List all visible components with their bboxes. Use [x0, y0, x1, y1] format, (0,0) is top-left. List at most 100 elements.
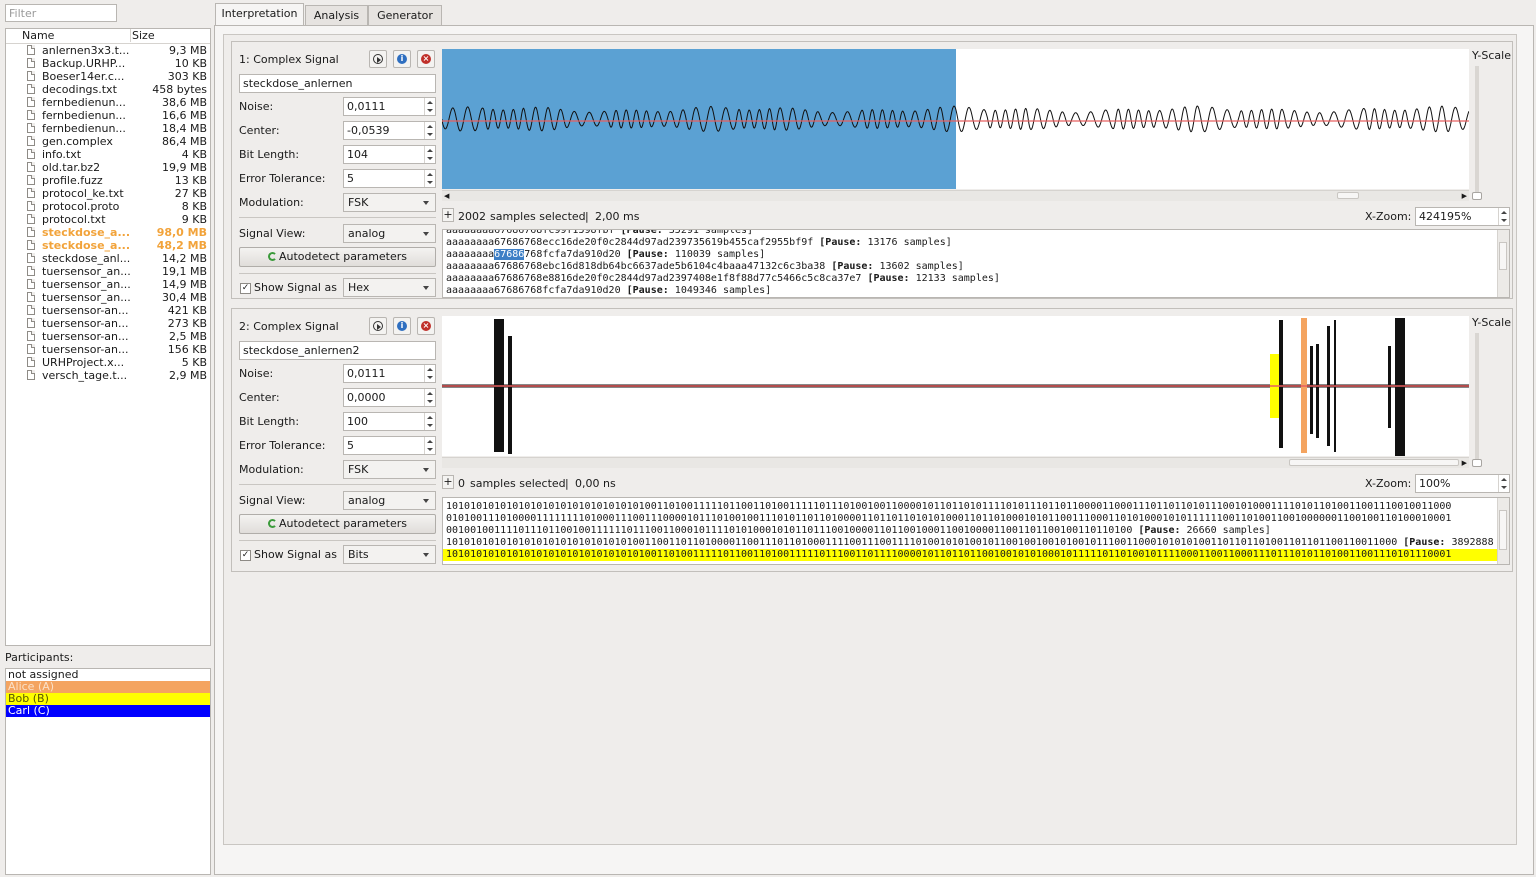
file-row[interactable]: fernbedienun... 38,6 MB [6, 96, 210, 109]
file-row[interactable]: decodings.txt 458 bytes [6, 83, 210, 96]
scroll-handle[interactable] [1337, 192, 1359, 199]
show-signal-checkbox[interactable]: ✓ [240, 550, 251, 561]
center-spinbox[interactable]: -0,0539 [343, 121, 436, 140]
close-signal-button[interactable]: × [417, 317, 435, 335]
signal-name-field[interactable]: steckdose_anlernen2 [239, 341, 436, 360]
add-selection-button[interactable]: + [442, 208, 454, 222]
replay-button[interactable] [369, 50, 387, 68]
file-row[interactable]: protocol_ke.txt 27 KB [6, 187, 210, 200]
bit-length-spinbox[interactable]: 100 [343, 412, 436, 431]
file-row[interactable]: URHProject.x... 5 KB [6, 356, 210, 369]
autodetect-button[interactable]: Autodetect parameters [239, 514, 436, 534]
info-button[interactable]: i [393, 317, 411, 335]
autodetect-button[interactable]: Autodetect parameters [239, 247, 436, 267]
file-row[interactable]: tuersensor-an... 273 KB [6, 317, 210, 330]
signal-name-field[interactable]: steckdose_anlernen [239, 74, 436, 93]
file-row[interactable]: tuersensor_an... 30,4 MB [6, 291, 210, 304]
protocol-line[interactable]: aaaaaaaa67686768fcfa7da910d20 [Pause: 10… [443, 285, 1000, 297]
spin-arrows[interactable] [424, 437, 435, 454]
graph-horizontal-scrollbar[interactable]: ◀ ▶ [442, 190, 1469, 201]
info-button[interactable]: i [393, 50, 411, 68]
show-signal-as-dropdown[interactable]: Bits [343, 545, 436, 564]
modulation-dropdown[interactable]: FSK [343, 193, 436, 212]
protocol-line[interactable]: aaaaaaaa67686768fcfa7da910d20 [Pause: 11… [443, 249, 1000, 261]
protocol-line[interactable]: 0010010011110111011001001111110111001100… [443, 525, 1509, 537]
y-scale-handle[interactable] [1472, 192, 1482, 200]
error-tolerance-spinbox[interactable]: 5 [343, 436, 436, 455]
spin-arrows[interactable] [1498, 208, 1509, 225]
file-row[interactable]: tuersensor_an... 19,1 MB [6, 265, 210, 278]
file-row[interactable]: gen.complex 86,4 MB [6, 135, 210, 148]
error-tolerance-spinbox[interactable]: 5 [343, 169, 436, 188]
show-signal-checkbox[interactable]: ✓ [240, 283, 251, 294]
protocol-view[interactable]: aaaaaaaa67686768fc99f1598fbf [Pause: 352… [442, 229, 1510, 298]
file-row[interactable]: steckdose_a... 48,2 MB [6, 239, 210, 252]
protocol-line[interactable]: 1010101010101010101010101010101010011010… [443, 549, 1509, 561]
replay-button[interactable] [369, 317, 387, 335]
show-signal-as-dropdown[interactable]: Hex [343, 278, 436, 297]
center-spinbox[interactable]: 0,0000 [343, 388, 436, 407]
file-row[interactable]: tuersensor-an... 421 KB [6, 304, 210, 317]
file-row[interactable]: protocol.proto 8 KB [6, 200, 210, 213]
protocol-line[interactable]: 1010101010101010101010101010101010011010… [443, 501, 1509, 513]
tab-analysis[interactable]: Analysis [305, 5, 368, 25]
scroll-handle[interactable] [1289, 459, 1459, 466]
protocol-vertical-scrollbar[interactable] [1497, 498, 1509, 564]
file-row[interactable]: tuersensor_an... 14,9 MB [6, 278, 210, 291]
y-scale-handle[interactable] [1472, 459, 1482, 467]
file-row[interactable]: tuersensor-an... 2,5 MB [6, 330, 210, 343]
file-row[interactable]: info.txt 4 KB [6, 148, 210, 161]
protocol-line[interactable]: aaaaaaaa67686768fc99f1598fbf [Pause: 352… [443, 230, 1000, 237]
file-row[interactable]: protocol.txt 9 KB [6, 213, 210, 226]
file-row[interactable]: steckdose_anl... 14,2 MB [6, 252, 210, 265]
column-name-header[interactable]: Name [22, 29, 54, 42]
file-row[interactable]: fernbedienun... 16,6 MB [6, 109, 210, 122]
file-row[interactable]: fernbedienun... 18,4 MB [6, 122, 210, 135]
protocol-line[interactable]: aaaaaaaa67686768e8816de20f0c2844d97ad239… [443, 273, 1000, 285]
modulation-dropdown[interactable]: FSK [343, 460, 436, 479]
spin-arrows[interactable] [424, 413, 435, 430]
y-scale-slider[interactable] [1475, 333, 1479, 465]
column-size-header[interactable]: Size [132, 29, 155, 42]
participants-list[interactable]: not assigned Alice (A) Bob (B) Carl (C) [5, 668, 211, 875]
file-row[interactable]: Boeser14er.c... 303 KB [6, 70, 210, 83]
file-row[interactable]: Backup.URHP... 10 KB [6, 57, 210, 70]
add-selection-button[interactable]: + [442, 475, 454, 489]
spin-arrows[interactable] [424, 170, 435, 187]
protocol-vertical-scrollbar[interactable] [1497, 230, 1509, 297]
spin-arrows[interactable] [424, 146, 435, 163]
x-zoom-spinbox[interactable]: 424195% [1415, 207, 1510, 226]
noise-spinbox[interactable]: 0,0111 [343, 364, 436, 383]
file-row[interactable]: old.tar.bz2 19,9 MB [6, 161, 210, 174]
tab-interpretation[interactable]: Interpretation [215, 3, 304, 26]
file-row[interactable]: steckdose_a... 98,0 MB [6, 226, 210, 239]
signal-graph[interactable] [442, 49, 1469, 189]
protocol-line[interactable]: 0101001110100001111111101000111001110000… [443, 513, 1509, 525]
spin-arrows[interactable] [424, 122, 435, 139]
file-row[interactable]: anlernen3x3.t... 9,3 MB [6, 44, 210, 57]
graph-horizontal-scrollbar[interactable]: ▶ [442, 457, 1469, 468]
file-row[interactable]: versch_tage.t... 2,9 MB [6, 369, 210, 382]
spin-arrows[interactable] [424, 389, 435, 406]
spin-arrows[interactable] [424, 365, 435, 382]
scroll-handle[interactable] [1499, 242, 1507, 270]
spin-arrows[interactable] [1498, 475, 1509, 492]
tab-generator[interactable]: Generator [368, 5, 442, 25]
signal-graph[interactable] [442, 316, 1469, 456]
bit-length-spinbox[interactable]: 104 [343, 145, 436, 164]
file-row[interactable]: tuersensor-an... 156 KB [6, 343, 210, 356]
signal-view-dropdown[interactable]: analog [343, 491, 436, 510]
protocol-view[interactable]: 1010101010101010101010101010101010011010… [442, 497, 1510, 565]
file-filter-input[interactable] [5, 4, 117, 22]
close-signal-button[interactable]: × [417, 50, 435, 68]
protocol-line[interactable]: aaaaaaaa67686768ebc16d818db64bc6637ade5b… [443, 261, 1000, 273]
protocol-line[interactable]: 1010101010101010101010101010101001100110… [443, 537, 1509, 549]
participant-item[interactable]: Carl (C) [6, 705, 210, 717]
spin-arrows[interactable] [424, 98, 435, 115]
file-row[interactable]: profile.fuzz 13 KB [6, 174, 210, 187]
signal-view-dropdown[interactable]: analog [343, 224, 436, 243]
noise-spinbox[interactable]: 0,0111 [343, 97, 436, 116]
x-zoom-spinbox[interactable]: 100% [1415, 474, 1510, 493]
file-tree[interactable]: Name Size anlernen3x3.t... 9,3 MB Backup.U… [5, 28, 211, 646]
y-scale-slider[interactable] [1475, 66, 1479, 198]
